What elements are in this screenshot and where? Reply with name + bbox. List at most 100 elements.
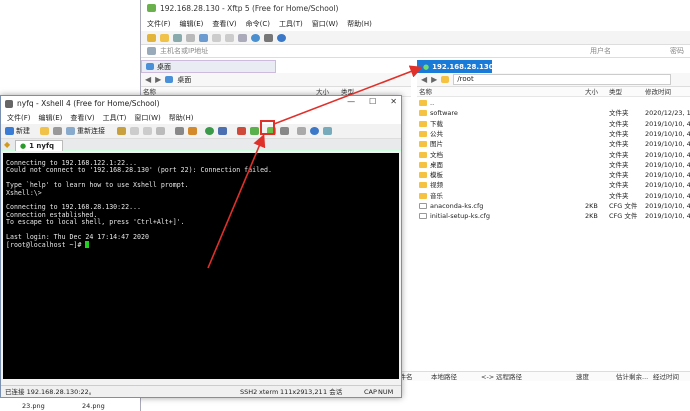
file-row[interactable]: initial-setup-ks.cfg 2KB CFG 文件 2019/10/10,… [417, 211, 690, 221]
tab-pin-icon[interactable]: ◆ [4, 140, 10, 149]
close-icon[interactable]: ✕ [390, 97, 397, 106]
paste-icon[interactable] [225, 33, 234, 42]
desktop-file-24[interactable]: 24.png [82, 402, 105, 410]
file-row[interactable]: 公共 文件夹 2019/10/10, 4:42 [417, 129, 690, 139]
back-arrow-icon[interactable]: ◀ [145, 75, 151, 84]
transfer-col-eta[interactable]: 估计剩余... [616, 372, 648, 382]
status-cap: CAP [364, 388, 377, 396]
file-row[interactable]: 音乐 文件夹 2019/10/10, 4:42 [417, 191, 690, 201]
open-icon[interactable] [40, 127, 49, 135]
print-icon[interactable] [175, 127, 184, 135]
connect-icon[interactable] [173, 33, 182, 42]
status-size: 111x29 [280, 388, 305, 396]
file-modified: 2019/10/10, 4:42 [645, 119, 690, 128]
xshell-menu-view[interactable]: 查看(V) [70, 113, 94, 123]
tab-nyfq[interactable]: ● 1 nyfq [15, 140, 63, 151]
file-row[interactable]: software 文件夹 2020/12/23, 14:2 [417, 108, 690, 118]
file-row[interactable]: 下载 文件夹 2019/10/10, 4:42 [417, 119, 690, 129]
refresh-icon[interactable] [199, 33, 208, 42]
remote-col-modified[interactable]: 修改时间 [645, 87, 671, 97]
file-row[interactable]: 桌面 文件夹 2019/10/10, 4:42 [417, 160, 690, 170]
password-input[interactable]: 密码 [670, 46, 684, 56]
new-file-transfer-icon[interactable] [250, 127, 259, 135]
xshell-menu-edit[interactable]: 编辑(E) [39, 113, 63, 123]
remote-forward-arrow-icon[interactable]: ▶ [431, 75, 437, 84]
transfer-col-local-path[interactable]: 本地路径 [431, 372, 457, 382]
disconnect-icon[interactable] [186, 33, 195, 42]
lock-icon[interactable] [297, 127, 306, 135]
xftp-launch-icon[interactable] [237, 127, 246, 135]
file-modified: 2020/12/23, 14:2 [645, 109, 690, 118]
color-scheme-icon[interactable] [188, 127, 197, 135]
transfer-col-speed[interactable]: 速度 [576, 372, 589, 382]
file-row[interactable]: 视频 文件夹 2019/10/10, 4:42 [417, 180, 690, 190]
xftp-menu-view[interactable]: 查看(V) [212, 19, 236, 29]
remote-col-name[interactable]: 名称 [419, 87, 432, 97]
maximize-icon[interactable]: ☐ [369, 97, 376, 106]
copy-icon[interactable] [212, 33, 221, 42]
terminal-line: Could not connect to '192.168.28.130' (p… [6, 166, 272, 175]
tile-icon[interactable] [280, 127, 289, 135]
xftp-menu-file[interactable]: 文件(F) [147, 19, 171, 29]
transfer-col-elapsed[interactable]: 经过时间 [653, 372, 679, 382]
folder-icon [419, 130, 427, 137]
xshell-menu-file[interactable]: 文件(F) [7, 113, 31, 123]
host-address-input[interactable]: 主机名或IP地址 [160, 46, 390, 56]
new-session-button[interactable]: 新建 [5, 126, 30, 136]
xshell-menu-window[interactable]: 窗口(W) [134, 113, 160, 123]
file-row[interactable]: anaconda-ks.cfg 2KB CFG 文件 2019/10/10, 4:31 [417, 201, 690, 211]
folder-icon [419, 182, 427, 189]
folder-icon [419, 120, 427, 127]
find-icon[interactable] [156, 127, 165, 135]
file-modified: 2019/10/10, 4:42 [645, 160, 690, 169]
desktop-file-23[interactable]: 23.png [22, 402, 45, 410]
xftp-menu-help[interactable]: 帮助(H) [347, 19, 372, 29]
link-icon[interactable] [53, 127, 62, 135]
transfer-col-remote-path[interactable]: 远程路径 [496, 372, 522, 382]
remote-path-input[interactable]: /root [453, 74, 672, 85]
script-icon[interactable] [218, 127, 227, 135]
xshell-status-bar: 已连接 192.168.28.130:22。 SSH2 xterm 111x29… [1, 385, 401, 397]
remote-pane-tab[interactable]: ● 192.168.28.130 [417, 60, 494, 73]
globe-icon[interactable] [251, 33, 260, 42]
globe-icon[interactable] [205, 127, 214, 135]
xftp-menu-tools[interactable]: 工具(T) [279, 19, 303, 29]
username-input[interactable]: 用户名 [590, 46, 670, 56]
open-folder-icon[interactable] [160, 33, 169, 42]
local-path-input[interactable]: 桌面 [177, 75, 191, 85]
file-row[interactable]: 模板 文件夹 2019/10/10, 4:42 [417, 170, 690, 180]
xshell-menu-help[interactable]: 帮助(H) [169, 113, 194, 123]
file-row[interactable]: 图片 文件夹 2019/10/10, 4:42 [417, 139, 690, 149]
help-icon[interactable] [310, 127, 319, 135]
remote-col-size[interactable]: 大小 [585, 87, 598, 97]
properties-icon[interactable] [238, 33, 247, 42]
file-modified: 2019/10/10, 4:42 [645, 140, 690, 149]
xshell-icon[interactable] [264, 33, 273, 42]
xftp-menu-command[interactable]: 命令(C) [246, 19, 270, 29]
file-row[interactable]: .. [417, 98, 690, 108]
xftp-menu-edit[interactable]: 编辑(E) [180, 19, 204, 29]
local-pane-tab[interactable]: 桌面 [141, 60, 276, 73]
minimize-icon[interactable]: — [347, 97, 355, 106]
help-icon[interactable] [277, 33, 286, 42]
xftp-menu-window[interactable]: 窗口(W) [312, 19, 338, 29]
file-name: 音乐 [430, 191, 443, 200]
remote-col-type[interactable]: 类型 [609, 87, 622, 97]
paste-icon[interactable] [143, 127, 152, 135]
new-session-icon[interactable] [147, 33, 156, 42]
terminal-output[interactable]: Connecting to 192.168.122.1:22... Could n… [3, 153, 399, 379]
transfer-col-direction[interactable]: <-> [481, 372, 494, 382]
file-name: 下载 [430, 119, 443, 128]
file-row[interactable]: 文档 文件夹 2019/10/10, 4:42 [417, 150, 690, 160]
terminal-line: To escape to local shell, press 'Ctrl+Al… [6, 218, 185, 227]
terminal-line: Type `help' to learn how to use Xshell p… [6, 181, 189, 190]
copy-icon[interactable] [130, 127, 139, 135]
xshell-menu-tools[interactable]: 工具(T) [103, 113, 127, 123]
chat-icon[interactable] [323, 127, 332, 135]
properties-icon[interactable] [117, 127, 126, 135]
xshell-menubar: 文件(F) 编辑(E) 查看(V) 工具(T) 窗口(W) 帮助(H) [1, 111, 401, 124]
forward-arrow-icon[interactable]: ▶ [155, 75, 161, 84]
remote-back-arrow-icon[interactable]: ◀ [421, 75, 427, 84]
reconnect-button[interactable]: 重新连接 [66, 126, 105, 136]
file-type: CFG 文件 [609, 212, 638, 221]
